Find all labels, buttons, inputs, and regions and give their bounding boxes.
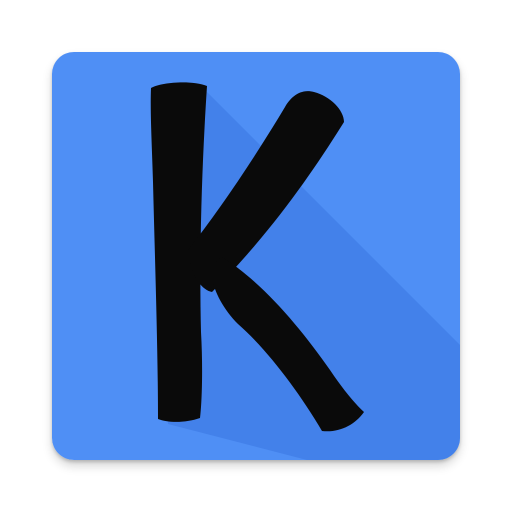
app-icon[interactable] (52, 52, 460, 460)
icon-canvas (0, 0, 512, 512)
k-letter-icon (52, 52, 460, 460)
